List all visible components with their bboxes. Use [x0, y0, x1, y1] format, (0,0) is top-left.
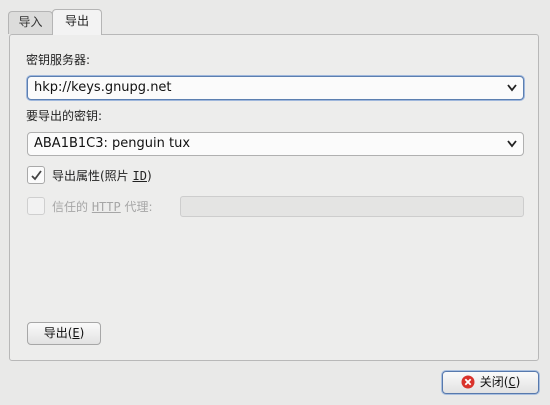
- close-icon: [461, 375, 475, 389]
- close-button[interactable]: 关闭(C): [442, 371, 539, 394]
- keyserver-combobox[interactable]: hkp://keys.gnupg.net: [27, 76, 524, 100]
- http-proxy-label: 信任的 HTTP 代理:: [52, 200, 153, 214]
- key-to-export-combobox[interactable]: ABA1B1C3: penguin tux: [27, 132, 524, 156]
- export-button[interactable]: 导出(E): [27, 322, 101, 345]
- keyserver-label: 密钥服务器:: [26, 53, 91, 67]
- export-panel: 密钥服务器: hkp://keys.gnupg.net 要导出的密钥: ABA1…: [9, 34, 539, 361]
- export-attributes-checkbox[interactable]: [27, 166, 45, 184]
- tab-import[interactable]: 导入: [8, 11, 53, 34]
- checkmark-icon: [31, 170, 42, 181]
- chevron-down-icon: [507, 140, 517, 148]
- key-to-export-label: 要导出的密钥:: [26, 109, 103, 123]
- http-proxy-checkbox[interactable]: [27, 197, 45, 215]
- keyserver-value: hkp://keys.gnupg.net: [34, 80, 172, 95]
- http-proxy-input[interactable]: [180, 196, 524, 217]
- chevron-down-icon: [507, 84, 517, 92]
- tab-export[interactable]: 导出: [52, 9, 102, 35]
- key-to-export-value: ABA1B1C3: penguin tux: [34, 136, 191, 151]
- export-attributes-label[interactable]: 导出属性(照片 ID): [52, 167, 152, 184]
